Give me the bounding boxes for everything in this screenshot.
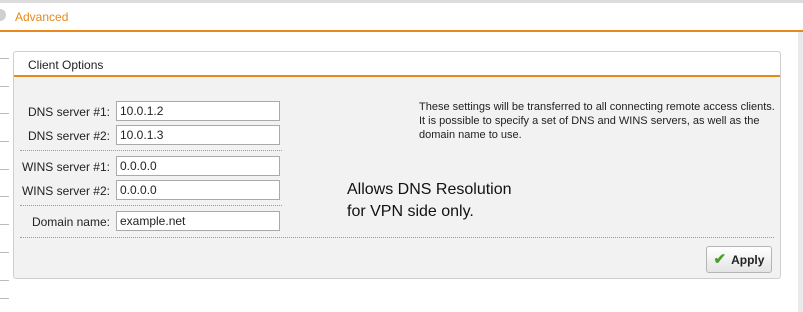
annotation-note: Allows DNS Resolution for VPN side only. <box>347 179 512 223</box>
tick <box>0 141 9 142</box>
field-separator <box>20 205 282 206</box>
panel-header: Client Options <box>14 52 780 77</box>
checkmark-icon: ✔ <box>713 251 727 268</box>
apply-label: Apply <box>731 252 765 267</box>
apply-button[interactable]: ✔ Apply <box>706 246 772 273</box>
footer-separator <box>20 237 774 238</box>
advanced-tab-header: Advanced <box>0 0 803 32</box>
dns2-label: DNS server #2: <box>27 129 110 143</box>
tick <box>0 298 9 299</box>
tick <box>0 224 9 225</box>
tick <box>0 252 9 253</box>
domain-name-input[interactable]: example.net <box>116 211 280 231</box>
dns-server-1-input[interactable]: 10.0.1.2 <box>116 101 280 121</box>
dns-server-2-input[interactable]: 10.0.1.3 <box>116 125 280 145</box>
tick <box>0 86 9 87</box>
collapse-icon[interactable] <box>0 9 6 21</box>
wins-server-1-input[interactable]: 0.0.0.0 <box>116 156 280 176</box>
wins1-label: WINS server #1: <box>21 160 110 174</box>
panel-title: Client Options <box>28 58 104 72</box>
tick <box>0 169 9 170</box>
info-text: These settings will be transferred to al… <box>419 101 775 141</box>
domain-label: Domain name: <box>31 215 110 229</box>
advanced-tab-title[interactable]: Advanced <box>15 10 68 24</box>
wins2-label: WINS server #2: <box>21 184 110 198</box>
field-separator <box>20 150 282 151</box>
annotation-line: Allows DNS Resolution <box>347 181 512 198</box>
wins-server-2-input[interactable]: 0.0.0.0 <box>116 180 280 200</box>
annotation-line: for VPN side only. <box>347 203 474 220</box>
dns1-label: DNS server #1: <box>27 105 110 119</box>
tick <box>0 196 9 197</box>
tick <box>0 58 9 59</box>
tick <box>0 280 9 281</box>
page-right-edge <box>798 30 803 312</box>
tick <box>0 113 9 114</box>
top-border <box>0 0 803 3</box>
client-options-panel: Client Options DNS server #1: 10.0.1.2 D… <box>13 51 781 279</box>
